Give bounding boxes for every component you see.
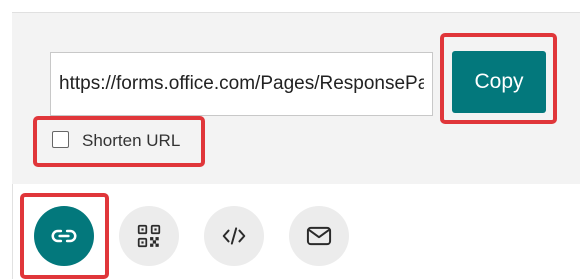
link-icon — [51, 229, 77, 243]
link-share-button[interactable] — [34, 206, 94, 266]
shorten-url-label[interactable]: Shorten URL — [82, 131, 180, 150]
copy-button[interactable]: Copy — [452, 51, 546, 113]
embed-code-icon — [222, 227, 246, 245]
qr-code-share-button[interactable] — [119, 206, 179, 266]
qr-code-icon — [137, 224, 161, 248]
email-share-button[interactable] — [289, 206, 349, 266]
embed-share-button[interactable] — [204, 206, 264, 266]
mail-icon — [306, 226, 332, 246]
shorten-url-checkbox[interactable] — [52, 131, 69, 148]
share-url-field[interactable] — [50, 52, 433, 116]
